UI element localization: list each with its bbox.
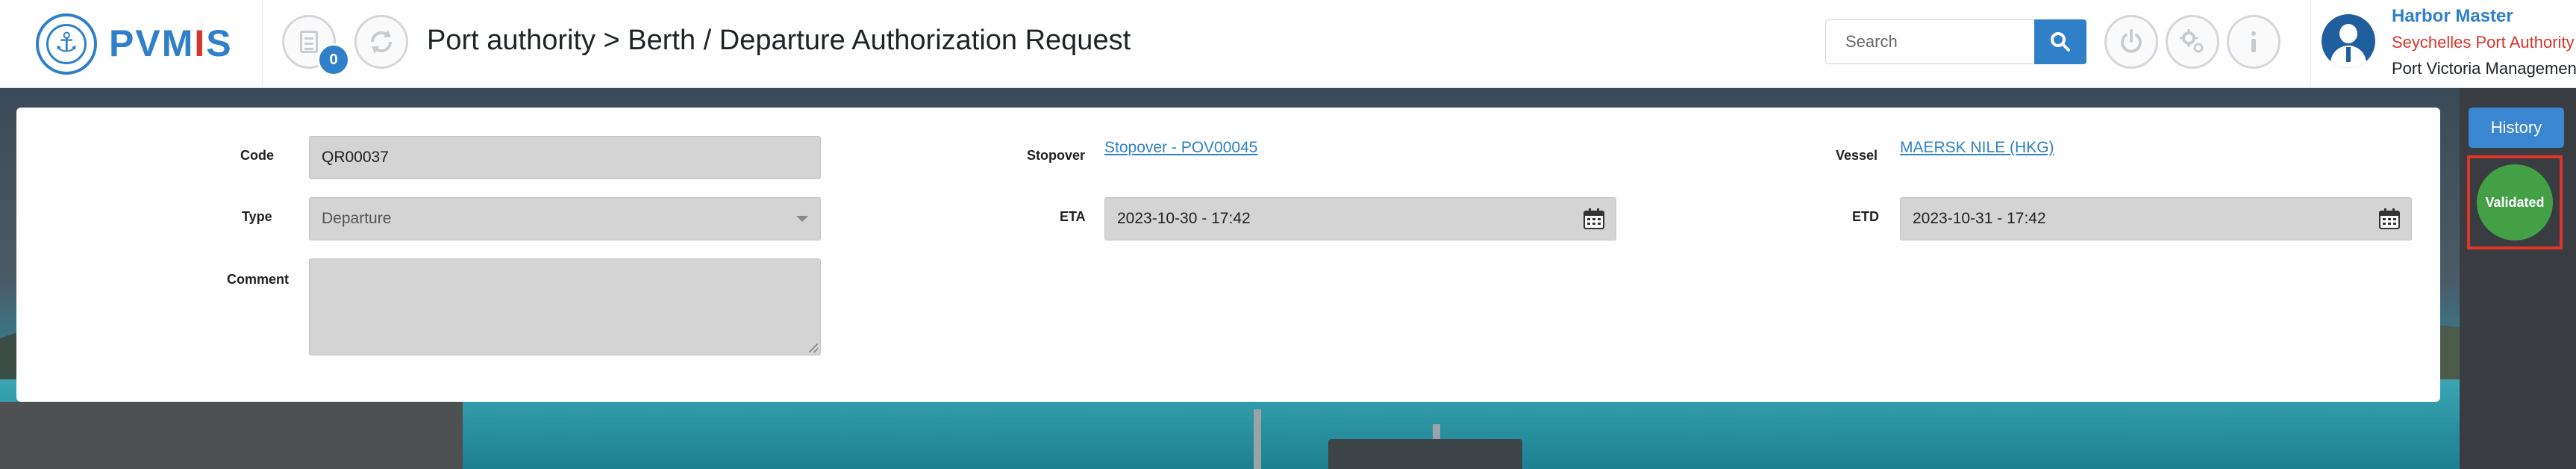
type-select[interactable]: Departure (309, 197, 821, 240)
settings-icon (2180, 29, 2204, 53)
comment-textarea[interactable] (309, 258, 821, 355)
avatar (2322, 14, 2375, 68)
search-button[interactable] (2034, 19, 2086, 64)
vessel-label: Vessel (1836, 148, 1878, 163)
code-field[interactable]: QR00037 (309, 136, 821, 179)
search-icon (2051, 32, 2070, 52)
stopover-label: Stopover (1027, 148, 1086, 163)
vessel-link[interactable]: MAERSK NILE (HKG) (1900, 137, 2054, 158)
page-title: Port authority > Berth / Departure Autho… (427, 25, 1131, 56)
logo-text: PVMIS (109, 22, 233, 64)
anchor-icon: ⚓ (36, 13, 97, 75)
user-name: Harbor Master (2392, 6, 2513, 26)
etd-label: ETD (1852, 209, 1879, 224)
stopover-link[interactable]: Stopover - POV00045 (1104, 137, 1257, 158)
comment-label: Comment (227, 272, 290, 287)
authorization-form: Code QR00037 Type Departure Comment Stop… (16, 108, 2440, 402)
eta-label: ETA (1060, 209, 1086, 224)
settings-button[interactable] (2166, 15, 2219, 69)
notification-badge: 0 (317, 43, 350, 76)
top-header: ⚓ PVMIS 0 Port authority > Berth / Depar… (0, 0, 2576, 88)
user-profile[interactable]: Harbor Master Seychelles Port Authority … (2310, 0, 2576, 88)
etd-date-field[interactable]: 2023-10-31 - 17:42 (1900, 197, 2412, 240)
search-input[interactable] (1825, 19, 2034, 64)
calendar-icon[interactable] (1583, 208, 1605, 230)
info-icon (2251, 31, 2256, 52)
type-label: Type (242, 209, 272, 224)
calendar-icon[interactable] (2378, 208, 2401, 230)
logo[interactable]: ⚓ PVMIS (0, 0, 263, 88)
resize-handle-icon[interactable] (809, 344, 818, 352)
eta-date-field[interactable]: 2023-10-30 - 17:42 (1104, 197, 1616, 240)
history-button[interactable]: History (2469, 108, 2564, 148)
user-organization: Seychelles Port Authority (2392, 33, 2575, 52)
power-icon (2121, 29, 2142, 53)
status-highlight: Validated (2467, 155, 2563, 249)
document-icon (300, 31, 318, 53)
user-unit: Port Victoria Management (2392, 59, 2576, 78)
code-label: Code (240, 148, 274, 163)
refresh-button[interactable] (354, 15, 408, 69)
refresh-icon (370, 30, 393, 54)
right-side-panel: History Validated (2460, 88, 2576, 469)
status-badge[interactable]: Validated (2477, 164, 2553, 240)
info-button[interactable] (2227, 15, 2280, 69)
power-button[interactable] (2104, 15, 2158, 69)
chevron-down-icon (796, 216, 808, 222)
